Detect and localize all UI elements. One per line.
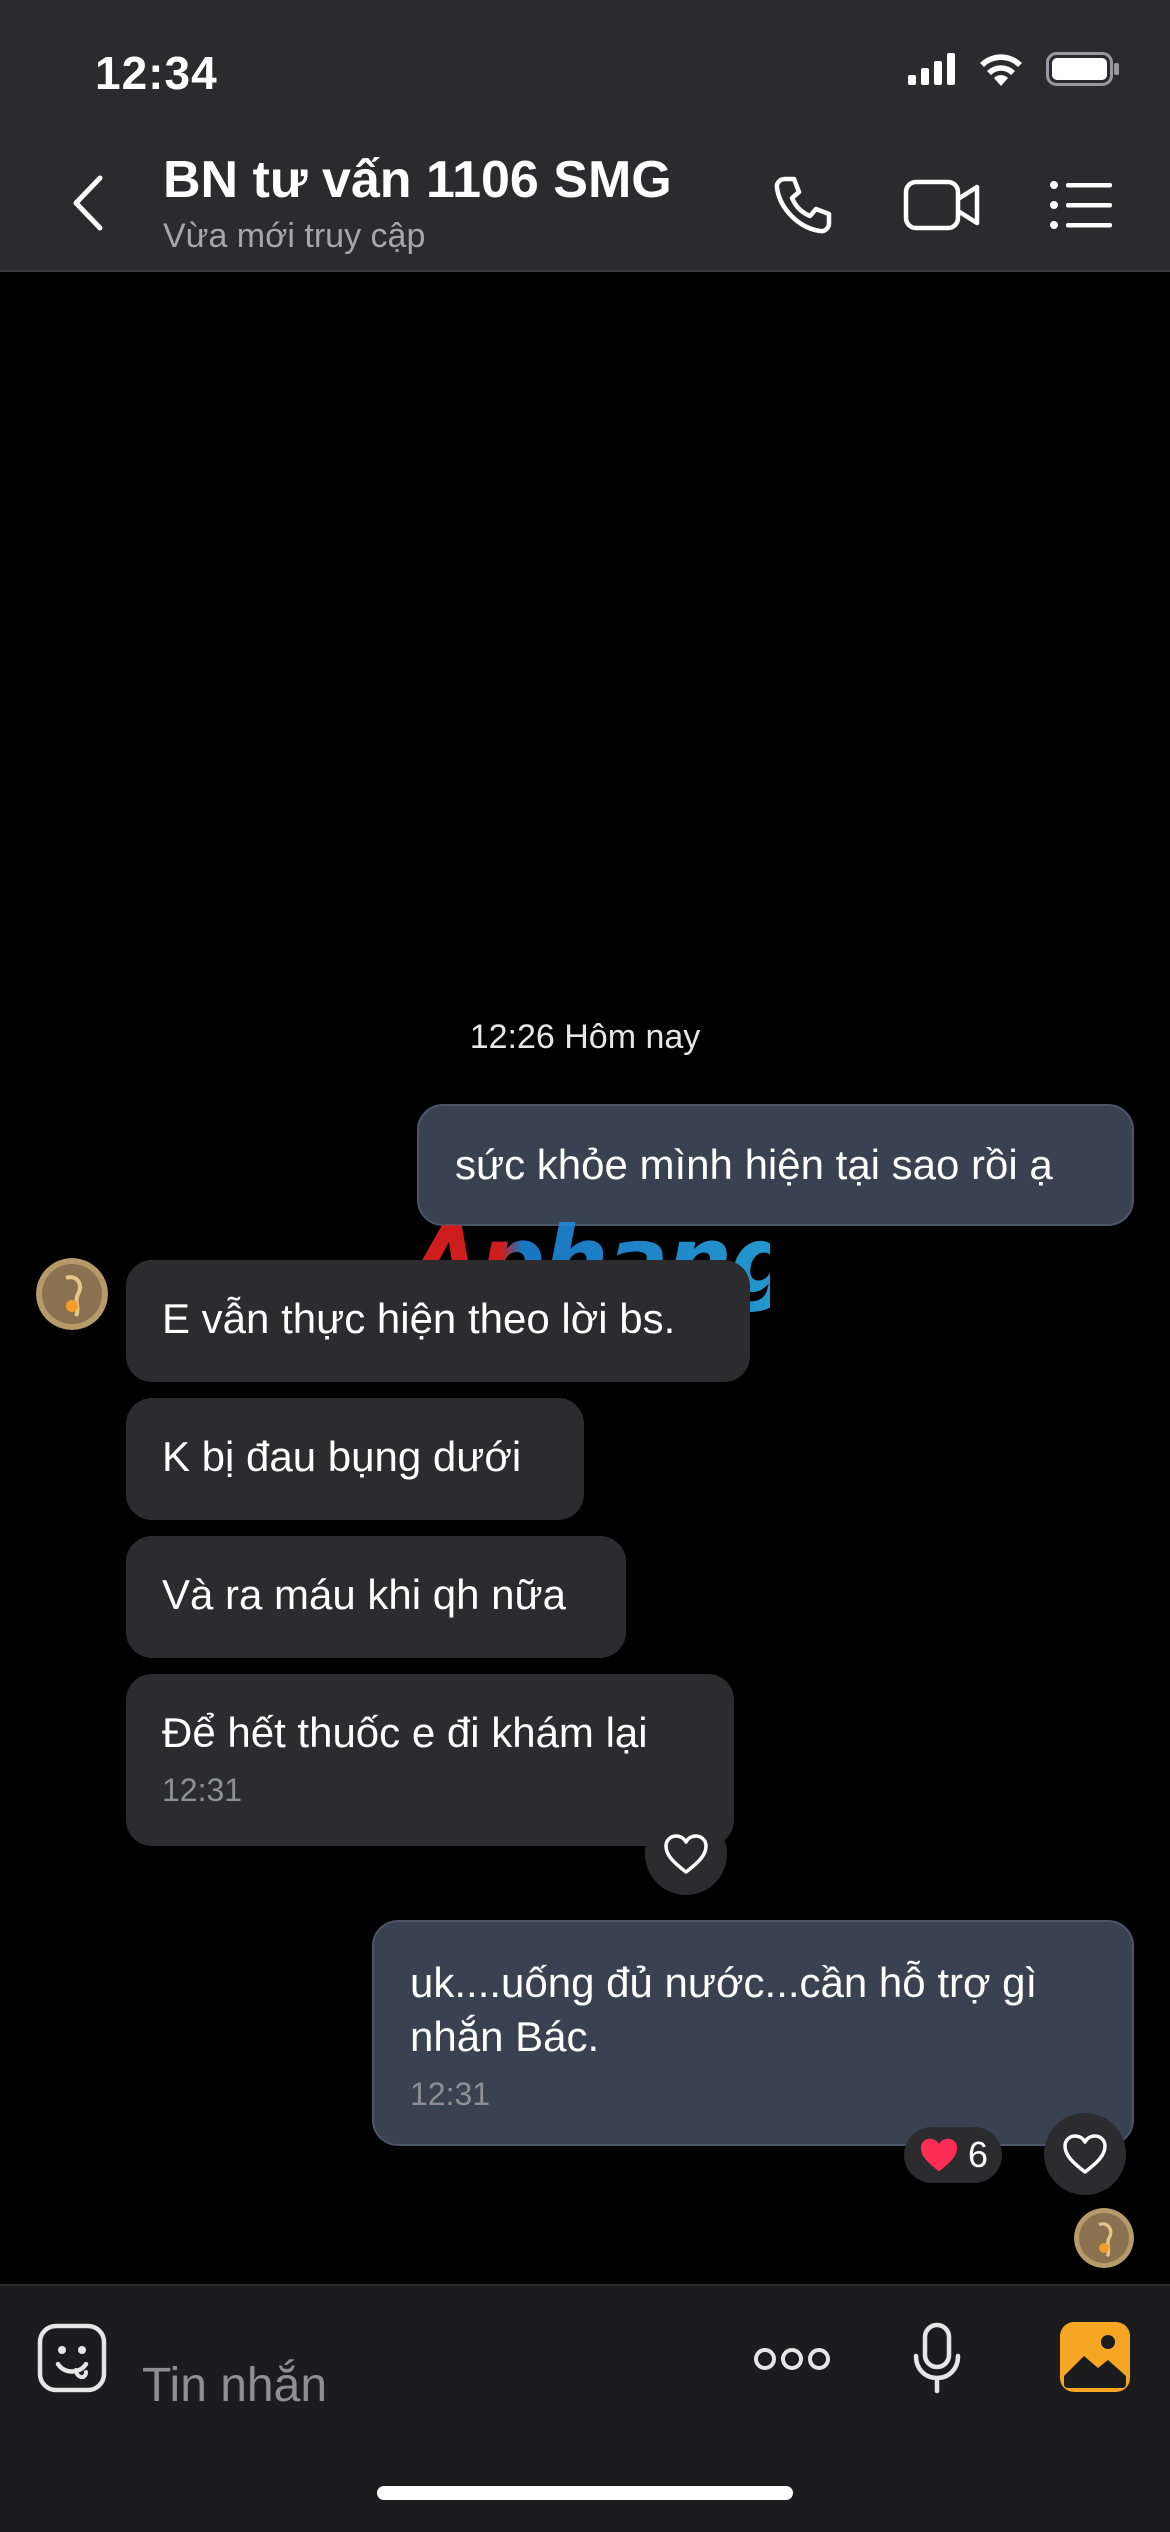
message-time: 12:31 xyxy=(162,1772,243,1808)
wifi-icon xyxy=(980,54,1022,86)
avatar-image xyxy=(36,1258,108,1330)
chat-title[interactable]: BN tư vấn 1106 SMG xyxy=(163,150,672,210)
more-options-button[interactable] xyxy=(752,2342,832,2376)
voice-message-button[interactable] xyxy=(912,2322,962,2394)
image-gallery-icon xyxy=(1060,2322,1130,2392)
chat-header: BN tư vấn 1106 SMG Vừa mới truy cập xyxy=(0,140,1170,272)
microphone-icon xyxy=(913,2322,961,2394)
presence-status: Vừa mới truy cập xyxy=(163,217,426,255)
voice-call-button[interactable] xyxy=(768,170,838,240)
status-icons xyxy=(908,52,1120,86)
message-time: 12:31 xyxy=(410,2076,491,2112)
react-button[interactable] xyxy=(1044,2113,1126,2195)
seen-avatar xyxy=(1074,2208,1134,2268)
back-button[interactable] xyxy=(58,168,118,238)
message-text: sức khỏe mình hiện tại sao rồi ạ xyxy=(455,1141,1053,1188)
photo-button[interactable] xyxy=(1058,2320,1132,2394)
contact-avatar[interactable] xyxy=(36,1258,108,1330)
react-button[interactable] xyxy=(645,1813,727,1895)
video-call-button[interactable] xyxy=(902,170,982,240)
message-bubble-incoming[interactable]: K bị đau bụng dưới xyxy=(126,1398,584,1520)
message-bubble-incoming[interactable]: E vẫn thực hiện theo lời bs. xyxy=(126,1260,750,1382)
date-separator: 12:26 Hôm nay xyxy=(469,1018,701,1056)
battery-icon xyxy=(1046,52,1119,86)
message-text: Để hết thuốc e đi khám lại xyxy=(162,1709,648,1756)
phone-icon xyxy=(774,176,832,234)
message-text: E vẫn thực hiện theo lời bs. xyxy=(162,1295,676,1342)
heart-outline-icon xyxy=(1063,2134,1107,2174)
message-text-line: nhắn Bác. xyxy=(410,2013,600,2060)
video-camera-icon xyxy=(903,179,980,231)
avatar-image xyxy=(1074,2208,1134,2268)
status-time: 12:34 xyxy=(95,47,218,99)
sticker-button[interactable] xyxy=(36,2322,108,2394)
message-text: Và ra máu khi qh nữa xyxy=(162,1571,567,1618)
heart-outline-icon xyxy=(664,1834,708,1874)
message-bubble-incoming[interactable]: Để hết thuốc e đi khám lại 12:31 xyxy=(126,1674,734,1846)
home-indicator[interactable] xyxy=(377,2486,793,2500)
reaction-summary[interactable]: 6 xyxy=(904,2127,1003,2183)
message-input[interactable]: Tin nhắn xyxy=(142,2358,327,2413)
message-text-line: uk....uống đủ nước...cần hỗ trợ gì xyxy=(410,1959,1038,2006)
message-bubble-outgoing[interactable]: sức khỏe mình hiện tại sao rồi ạ xyxy=(417,1104,1134,1226)
chat-options-button[interactable] xyxy=(1048,170,1114,240)
heart-filled-icon xyxy=(920,2138,958,2172)
list-menu-icon xyxy=(1050,181,1112,229)
message-text: K bị đau bụng dưới xyxy=(162,1433,522,1480)
message-bubble-outgoing[interactable]: uk....uống đủ nước...cần hỗ trợ gì nhắn … xyxy=(372,1920,1134,2146)
more-dots-icon xyxy=(754,2348,830,2370)
status-bar: 12:34 xyxy=(0,0,1170,140)
cellular-signal-icon xyxy=(908,53,955,85)
reaction-count: 6 xyxy=(968,2134,989,2175)
chevron-left-icon xyxy=(73,175,103,231)
emoji-sticker-icon xyxy=(37,2323,107,2393)
message-bubble-incoming[interactable]: Và ra máu khi qh nữa xyxy=(126,1536,626,1658)
